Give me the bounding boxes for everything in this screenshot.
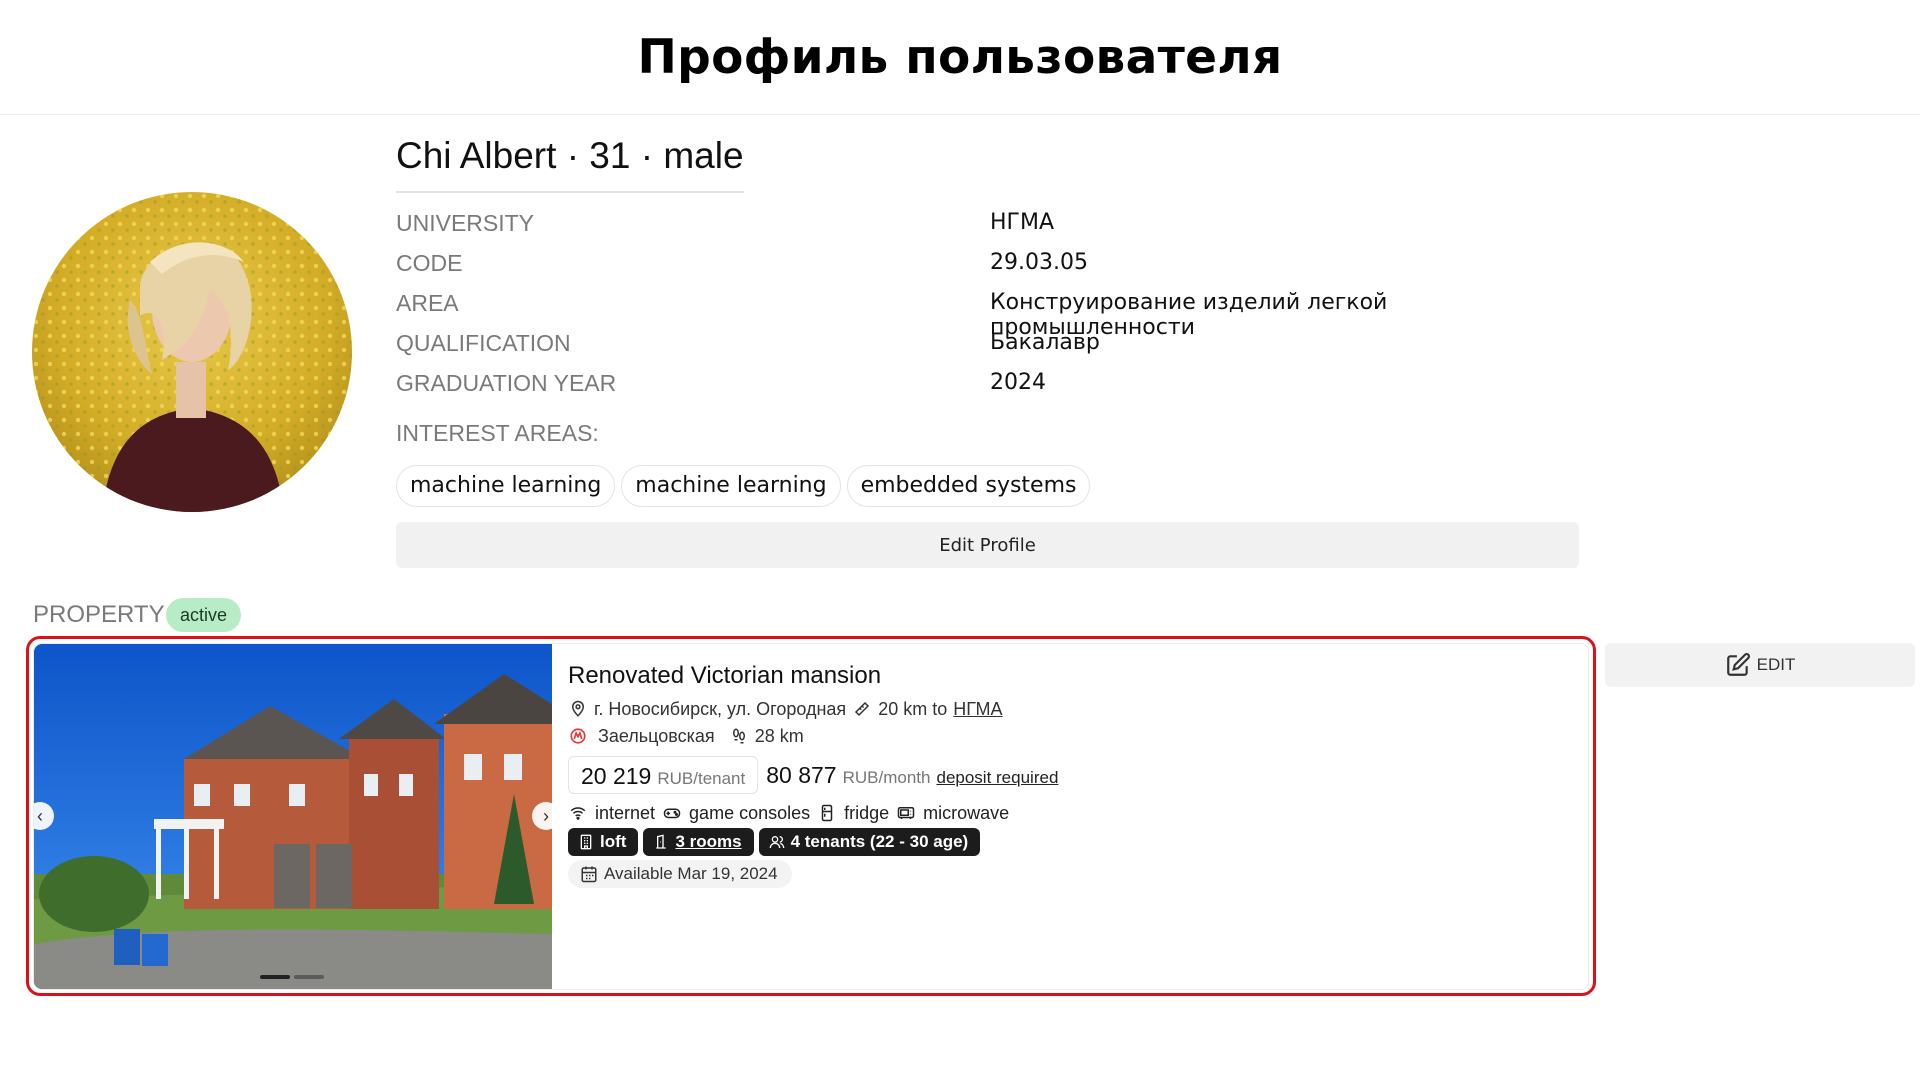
amenity-label: internet [595,802,656,823]
ruler-icon [852,699,872,719]
door-icon [656,834,667,849]
price-row: 20 219 RUB/tenant 80 877 RUB/month depos… [568,756,1058,794]
amenity-label: microwave [923,802,1010,823]
edit-profile-button[interactable]: Edit Profile [396,522,1579,568]
edit-property-button[interactable]: EDIT [1605,643,1915,687]
tenants-pill: 4 tenants (22 - 30 age) [758,828,981,856]
wifi-icon [568,803,588,823]
distance-prefix: 20 km to [878,698,948,719]
deposit-link[interactable]: deposit required [936,768,1058,788]
price-per-month-value: 80 877 [766,761,837,788]
users-icon [769,836,784,849]
listing-title[interactable]: Renovated Victorian mansion [568,662,881,690]
info-label: QUALIFICATION [396,330,571,356]
address-text: г. Новосибирск, ул. Огородная [594,698,847,719]
walk-distance: 28 km [754,725,804,746]
info-row-graduation-year: GRADUATION YEAR 2024 [396,370,1581,402]
property-section-label: PROPERTY [33,601,165,628]
interest-areas-label: INTEREST AREAS: [396,420,599,446]
profile-name: Chi Albert · 31 · male [396,135,744,193]
amenity-label: fridge [844,802,890,823]
info-value: НГМА [990,210,1054,235]
info-label: GRADUATION YEAR [396,370,617,396]
page-title: Профиль пользователя [637,29,1283,85]
microwave-icon [896,803,916,823]
location-row: г. Новосибирск, ул. Огородная 20 km to Н… [568,697,1003,721]
tenants-label: 4 tenants (22 - 30 age) [790,832,969,851]
chevron-right-icon[interactable]: › [532,802,552,830]
amenity-label: game consoles [689,802,811,823]
amenities-row: internet game consoles fridge microwave [568,801,1009,825]
calendar-icon [581,866,597,883]
feature-pills: loft 3 rooms 4 tenants (22 - 30 age) [568,828,981,856]
edit-property-label: EDIT [1756,655,1796,674]
price-per-tenant-value: 20 219 [581,763,652,789]
info-value: 2024 [990,370,1046,395]
availability-badge: Available Mar 19, 2024 [568,860,792,888]
page-header: Профиль пользователя [0,0,1920,115]
property-card[interactable]: ‹ › Renovated Victorian mansion г. Новос… [33,643,1589,990]
fridge-icon [817,803,837,823]
info-row-area: AREA Конструирование изделий легкой пром… [396,290,1581,340]
building-icon [580,834,592,850]
interest-tags: machine learning machine learning embedd… [396,465,1091,507]
rooms-label: 3 rooms [675,832,742,851]
avatar [32,192,352,512]
price-per-month-unit: RUB/month [842,767,931,787]
price-per-tenant-unit: RUB/tenant [657,769,746,788]
status-badge: active [166,598,242,632]
edit-icon [1726,653,1750,676]
distance-target-link[interactable]: НГМА [953,699,1002,720]
info-label: UNIVERSITY [396,210,535,236]
info-row-university: UNIVERSITY НГМА [396,210,1581,242]
info-value: Бакалавр [990,330,1100,355]
type-pill: loft [568,828,639,856]
footsteps-icon [729,726,749,746]
price-per-tenant: 20 219 RUB/tenant [568,756,759,794]
interest-tag[interactable]: embedded systems [846,465,1091,507]
interest-tag[interactable]: machine learning [621,465,841,507]
info-value: 29.03.05 [990,250,1088,275]
gamepad-icon [662,803,682,823]
map-pin-icon [568,699,588,719]
type-label: loft [600,832,627,851]
photo-pagination [260,975,324,979]
rooms-pill[interactable]: 3 rooms [643,828,754,856]
info-label: CODE [396,250,463,276]
info-row-code: CODE 29.03.05 [396,250,1581,282]
availability-text: Available Mar 19, 2024 [604,864,778,883]
info-row-qualification: QUALIFICATION Бакалавр [396,330,1581,362]
info-label: AREA [396,290,459,316]
interest-tag[interactable]: machine learning [396,465,616,507]
property-photo[interactable]: ‹ › [34,644,552,989]
metro-row: Заельцовская 28 km [568,724,804,748]
metro-icon [568,726,588,746]
photo-dot[interactable] [260,975,290,979]
metro-station: Заельцовская [598,725,715,746]
photo-dot[interactable] [294,975,324,979]
price-per-month: 80 877 RUB/month deposit required [766,762,1058,789]
